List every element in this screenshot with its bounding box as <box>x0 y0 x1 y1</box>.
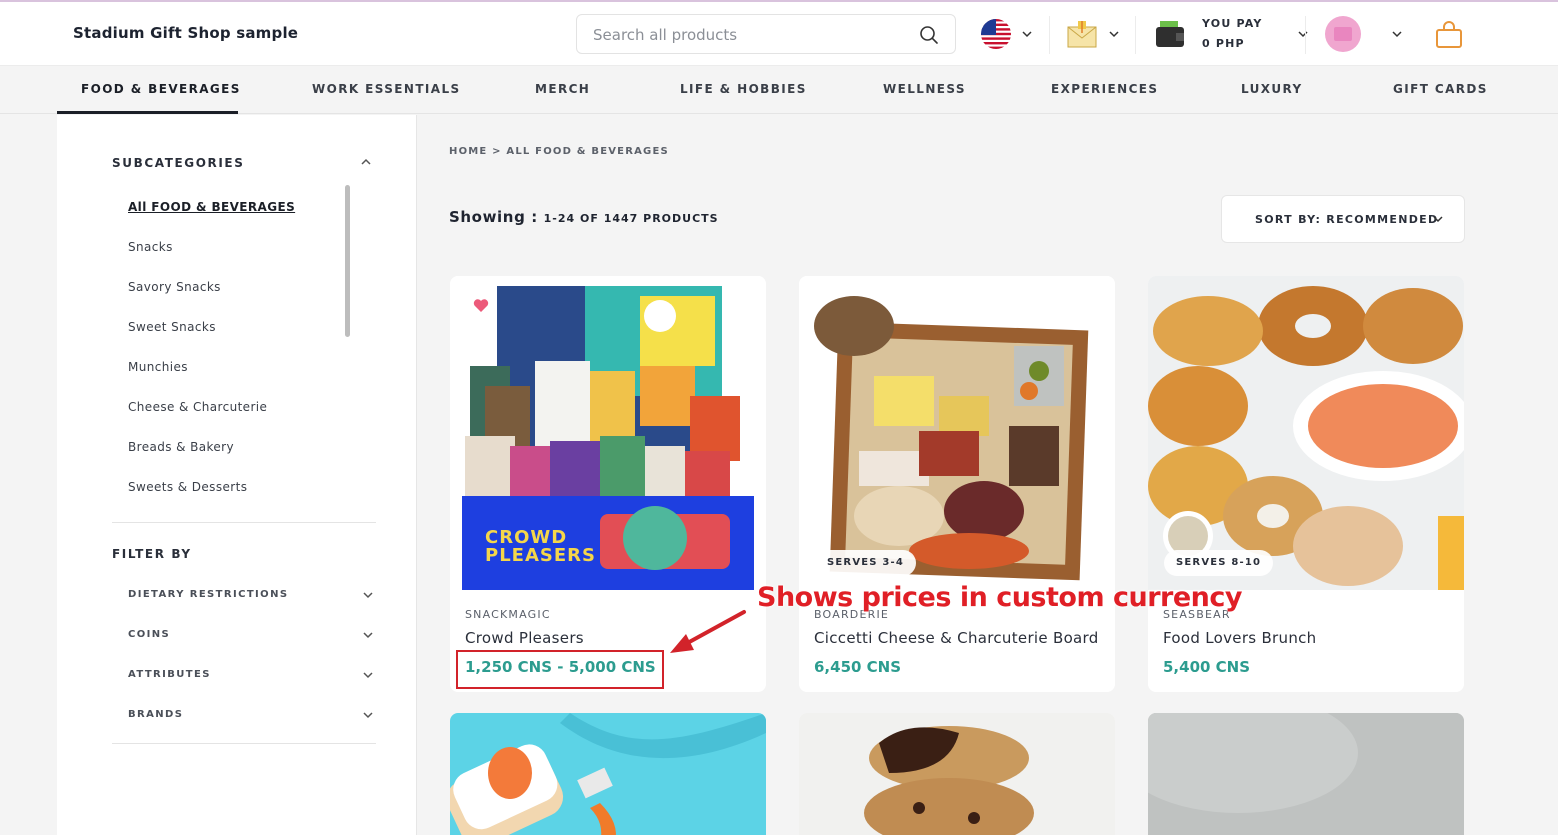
shopping-bag-icon[interactable] <box>1435 21 1463 49</box>
filter-attributes[interactable]: ATTRIBUTES <box>128 665 376 685</box>
you-pay-value: 0 PHP <box>1202 37 1245 50</box>
avatar <box>1325 16 1361 52</box>
nav-item-gift-cards[interactable]: GIFT CARDS <box>1393 82 1488 96</box>
chevron-down-icon <box>363 712 373 719</box>
filter-sidebar: SUBCATEGORIES All FOOD & BEVERAGES Snack… <box>57 115 417 835</box>
subcategory-scrollbar[interactable] <box>345 185 350 337</box>
product-price: 6,450 CNS <box>814 658 902 676</box>
chevron-down-icon <box>1022 31 1032 38</box>
search-bar <box>576 14 956 54</box>
gift-selector[interactable] <box>1066 16 1120 52</box>
product-card[interactable] <box>450 713 766 835</box>
chevron-down-icon <box>1433 216 1443 223</box>
filter-brands[interactable]: BRANDS <box>128 705 376 725</box>
wallet-selector[interactable]: YOU PAY 0 PHP <box>1154 16 1309 52</box>
chevron-down-icon <box>1392 31 1402 38</box>
serves-badge: SERVES 8-10 <box>1164 550 1274 576</box>
chevron-up-icon[interactable] <box>360 156 372 168</box>
sort-label: SORT BY: RECOMMENDED <box>1255 213 1439 226</box>
product-price: 5,400 CNS <box>1163 658 1251 676</box>
product-image[interactable]: SERVES 3-4 <box>799 276 1115 590</box>
nav-item-food-beverages[interactable]: FOOD & BEVERAGES <box>81 82 241 96</box>
nav-item-experiences[interactable]: EXPERIENCES <box>1051 82 1158 96</box>
account-menu[interactable] <box>1325 16 1403 52</box>
filter-coins[interactable]: COINS <box>128 625 376 645</box>
product-brand: SNACKMAGIC <box>465 608 551 621</box>
site-header: Stadium Gift Shop sample Search all prod… <box>0 2 1558 66</box>
annotation-text: Shows prices in custom currency <box>757 582 1242 613</box>
search-input[interactable] <box>593 24 903 46</box>
nav-item-luxury[interactable]: LUXURY <box>1241 82 1303 96</box>
sidebar-divider <box>112 522 376 523</box>
product-image[interactable]: CROWD PLEASERS <box>450 276 766 590</box>
nav-item-work-essentials[interactable]: WORK ESSENTIALS <box>312 82 461 96</box>
country-selector[interactable] <box>981 16 1033 52</box>
subcategories-heading[interactable]: SUBCATEGORIES <box>112 156 244 170</box>
box-text-line-2: PLEASERS <box>485 545 596 566</box>
filter-label: BRANDS <box>128 709 184 720</box>
wallet-icon <box>1156 21 1184 47</box>
annotation-arrow-icon <box>670 610 746 653</box>
site-brand[interactable]: Stadium Gift Shop sample <box>73 24 298 42</box>
heart-badge-icon <box>473 299 489 312</box>
subcategory-sweets-desserts[interactable]: Sweets & Desserts <box>128 480 247 494</box>
sidebar-divider <box>112 743 376 744</box>
product-card[interactable]: SERVES 8-10 SEASBEAR Food Lovers Brunch … <box>1148 276 1464 692</box>
filter-by-heading: FILTER BY <box>112 547 192 561</box>
nav-item-merch[interactable]: MERCH <box>535 82 590 96</box>
price-highlight-box <box>456 650 664 689</box>
gift-envelope-icon <box>1067 21 1097 48</box>
search-icon[interactable] <box>919 25 939 45</box>
chevron-down-icon <box>363 672 373 679</box>
subcategory-snacks[interactable]: Snacks <box>128 240 173 254</box>
product-image[interactable] <box>799 713 1115 835</box>
product-card[interactable] <box>1148 713 1464 835</box>
chevron-down-icon <box>1109 31 1119 38</box>
subcategory-munchies[interactable]: Munchies <box>128 360 188 374</box>
chevron-down-icon <box>363 632 373 639</box>
results-count: Showing : 1-24 OF 1447 PRODUCTS <box>449 208 719 226</box>
showing-label: Showing : <box>449 208 538 226</box>
header-divider <box>1049 16 1050 54</box>
chevron-down-icon <box>1298 31 1308 38</box>
nav-item-life-hobbies[interactable]: LIFE & HOBBIES <box>680 82 807 96</box>
serves-badge: SERVES 3-4 <box>815 550 917 576</box>
subcategory-savory-snacks[interactable]: Savory Snacks <box>128 280 221 294</box>
category-nav: FOOD & BEVERAGES WORK ESSENTIALS MERCH L… <box>0 66 1558 114</box>
showing-count: 1-24 OF 1447 PRODUCTS <box>543 212 719 225</box>
subcategory-sweet-snacks[interactable]: Sweet Snacks <box>128 320 216 334</box>
subcategory-all[interactable]: All FOOD & BEVERAGES <box>128 200 295 214</box>
filter-dietary-restrictions[interactable]: DIETARY RESTRICTIONS <box>128 585 376 605</box>
product-card[interactable] <box>799 713 1115 835</box>
subcategory-breads-bakery[interactable]: Breads & Bakery <box>128 440 234 454</box>
nav-item-wellness[interactable]: WELLNESS <box>883 82 966 96</box>
product-name[interactable]: Food Lovers Brunch <box>1163 629 1317 647</box>
filter-label: COINS <box>128 629 171 640</box>
breadcrumb[interactable]: HOME > ALL FOOD & BEVERAGES <box>449 146 669 157</box>
filter-label: ATTRIBUTES <box>128 669 211 680</box>
product-name[interactable]: Crowd Pleasers <box>465 629 584 647</box>
header-divider <box>1305 16 1306 54</box>
filter-label: DIETARY RESTRICTIONS <box>128 589 289 600</box>
chevron-down-icon <box>363 592 373 599</box>
us-flag-icon <box>981 19 1011 49</box>
you-pay-label: YOU PAY <box>1202 17 1263 30</box>
product-card[interactable]: SERVES 3-4 BOARDERIE Ciccetti Cheese & C… <box>799 276 1115 692</box>
product-image[interactable]: SERVES 8-10 <box>1148 276 1464 590</box>
product-image[interactable] <box>450 713 766 835</box>
header-divider <box>1135 16 1136 54</box>
subcategory-cheese-charcuterie[interactable]: Cheese & Charcuterie <box>128 400 267 414</box>
product-image[interactable] <box>1148 713 1464 835</box>
sort-dropdown[interactable]: SORT BY: RECOMMENDED <box>1221 195 1465 243</box>
product-name[interactable]: Ciccetti Cheese & Charcuterie Board <box>814 629 1099 647</box>
nav-active-indicator <box>57 111 238 114</box>
